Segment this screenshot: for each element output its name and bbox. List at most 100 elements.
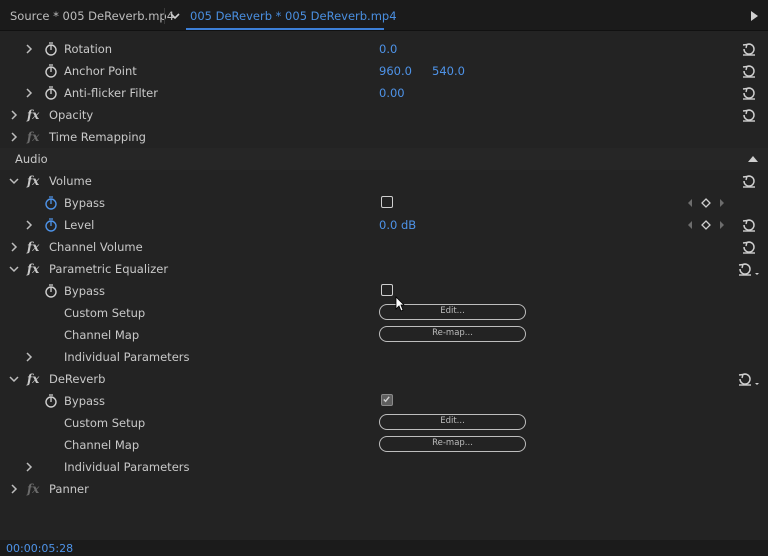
time-remapping-label: Time Remapping [49, 130, 146, 144]
stopwatch-icon[interactable] [44, 218, 58, 232]
dereverb-individual-parameters-label: Individual Parameters [64, 460, 190, 474]
row-anchor-point: Anchor Point 960.0 540.0 [0, 60, 768, 82]
reset-icon[interactable] [741, 108, 757, 122]
row-parametric-equalizer: fx Parametric Equalizer [0, 258, 768, 280]
effect-controls-panel: Rotation 0.0 Anchor Point 960.0 540.0 An… [0, 30, 768, 540]
reset-icon[interactable] [741, 86, 757, 100]
fx-icon: fx [27, 130, 40, 144]
row-dereverb: fx DeReverb [0, 368, 768, 390]
level-value[interactable]: 0.0 dB [379, 214, 416, 236]
anti-flicker-value[interactable]: 0.00 [379, 82, 405, 104]
anchor-point-y[interactable]: 540.0 [432, 60, 465, 82]
chevron-down-icon[interactable] [170, 11, 180, 21]
row-eq-individual-parameters: Individual Parameters [0, 346, 768, 368]
dereverb-remap-button[interactable]: Re-map... [379, 436, 526, 452]
chevron-right-icon[interactable] [24, 462, 34, 472]
reset-icon[interactable] [741, 174, 757, 188]
keyframe-nav-icon[interactable] [686, 198, 726, 208]
fx-icon[interactable]: fx [27, 173, 39, 189]
eq-bypass-label: Bypass [64, 284, 106, 298]
reset-icon[interactable] [741, 218, 757, 232]
row-channel-volume: fx Channel Volume [0, 236, 768, 258]
row-dereverb-channel-map: Channel Map Re-map... [0, 434, 768, 456]
row-eq-bypass: Bypass [0, 280, 768, 302]
opacity-label: Opacity [49, 108, 94, 122]
stopwatch-icon[interactable] [44, 196, 58, 210]
eq-remap-button[interactable]: Re-map... [379, 326, 526, 342]
row-volume: fx Volume [0, 170, 768, 192]
tab-source[interactable]: Source * 005 DeReverb.mp4 [10, 0, 174, 30]
dereverb-channel-map-label: Channel Map [64, 438, 140, 452]
anchor-point-label: Anchor Point [64, 64, 137, 78]
chevron-right-icon[interactable] [9, 110, 19, 120]
panel-tab-bar: Source * 005 DeReverb.mp4 005 DeReverb *… [0, 0, 768, 31]
dereverb-custom-setup-label: Custom Setup [64, 416, 146, 430]
chevron-right-icon[interactable] [24, 44, 34, 54]
dereverb-bypass-label: Bypass [64, 394, 106, 408]
stopwatch-icon[interactable] [44, 86, 58, 100]
tab-effect-controls[interactable]: 005 DeReverb * 005 DeReverb.mp4 [190, 0, 397, 30]
chevron-right-icon[interactable] [9, 242, 19, 252]
reset-icon[interactable] [741, 42, 757, 56]
dereverb-bypass-checkbox[interactable] [381, 394, 393, 406]
volume-label: Volume [49, 174, 92, 188]
chevron-right-icon[interactable] [24, 220, 34, 230]
collapse-up-icon[interactable] [748, 156, 758, 162]
dereverb-edit-button[interactable]: Edit... [379, 414, 526, 430]
stopwatch-icon[interactable] [44, 394, 58, 408]
row-panner: fx Panner [0, 478, 768, 500]
tab-divider [164, 8, 165, 24]
timecode[interactable]: 00:00:05:28 [6, 542, 73, 556]
chevron-right-icon[interactable] [9, 132, 19, 142]
mouse-cursor-icon [395, 296, 405, 312]
reset-icon[interactable] [741, 240, 757, 254]
rotation-label: Rotation [64, 42, 113, 56]
panel-menu-arrow-icon[interactable] [751, 11, 758, 21]
row-eq-channel-map: Channel Map Re-map... [0, 324, 768, 346]
audio-header-label: Audio [15, 152, 48, 166]
eq-bypass-checkbox[interactable] [381, 284, 393, 296]
fx-icon[interactable]: fx [27, 261, 39, 277]
reset-menu-icon[interactable] [737, 372, 761, 386]
stopwatch-icon[interactable] [44, 42, 58, 56]
eq-custom-setup-label: Custom Setup [64, 306, 146, 320]
chevron-right-icon[interactable] [24, 352, 34, 362]
fx-icon[interactable]: fx [27, 371, 39, 387]
timecode-bar: 00:00:05:28 [0, 540, 768, 556]
level-label: Level [64, 218, 95, 232]
checkmark-icon [383, 396, 390, 403]
chevron-right-icon[interactable] [24, 88, 34, 98]
row-time-remapping: fx Time Remapping [0, 126, 768, 148]
dereverb-label: DeReverb [49, 372, 106, 386]
stopwatch-icon[interactable] [44, 284, 58, 298]
fx-icon[interactable]: fx [27, 239, 39, 255]
row-dereverb-bypass: Bypass [0, 390, 768, 412]
row-opacity: fx Opacity [0, 104, 768, 126]
chevron-right-icon[interactable] [9, 484, 19, 494]
reset-menu-icon[interactable] [737, 262, 761, 276]
fx-icon[interactable]: fx [27, 107, 39, 123]
row-volume-bypass: Bypass [0, 192, 768, 214]
chevron-down-icon[interactable] [9, 176, 19, 186]
eq-individual-parameters-label: Individual Parameters [64, 350, 190, 364]
anchor-point-x[interactable]: 960.0 [379, 60, 412, 82]
chevron-down-icon[interactable] [9, 374, 19, 384]
row-eq-custom-setup: Custom Setup Edit... [0, 302, 768, 324]
row-dereverb-custom-setup: Custom Setup Edit... [0, 412, 768, 434]
rotation-value[interactable]: 0.0 [379, 38, 397, 60]
row-rotation: Rotation 0.0 [0, 38, 768, 60]
row-dereverb-individual-parameters: Individual Parameters [0, 456, 768, 478]
fx-icon: fx [27, 482, 40, 496]
anti-flicker-label: Anti-flicker Filter [64, 86, 158, 100]
row-anti-flicker: Anti-flicker Filter 0.00 [0, 82, 768, 104]
audio-section-header: Audio [0, 148, 768, 170]
volume-bypass-label: Bypass [64, 196, 106, 210]
chevron-down-icon[interactable] [9, 264, 19, 274]
channel-volume-label: Channel Volume [49, 240, 143, 254]
volume-bypass-checkbox[interactable] [381, 196, 393, 208]
keyframe-nav-icon[interactable] [686, 220, 726, 230]
reset-icon[interactable] [741, 64, 757, 78]
eq-channel-map-label: Channel Map [64, 328, 140, 342]
row-volume-level: Level 0.0 dB [0, 214, 768, 236]
stopwatch-icon[interactable] [44, 64, 58, 78]
